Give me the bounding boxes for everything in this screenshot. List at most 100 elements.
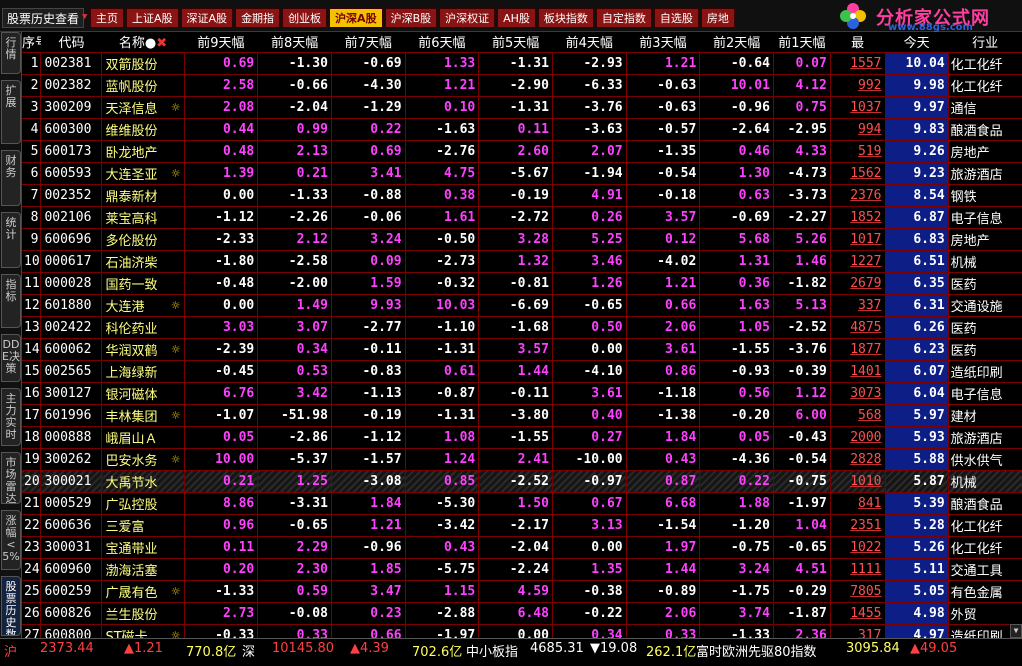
sme-amount: 262.1亿 <box>646 645 697 660</box>
table-row[interactable]: 16 300127 银河磁体 6.76 3.42 -1.13 -0.87 -0.11 3.61-… <box>22 382 1022 405</box>
info-mark-icon[interactable]: ☼ <box>171 167 181 180</box>
column-header-3[interactable]: 前9天幅 <box>184 32 258 53</box>
table-row[interactable]: 25 600259 广晟有色 ☼ -1.33 0.59 3.47 1.15 4.59 -0.38-… <box>22 580 1022 603</box>
table-row[interactable]: 9 600696 多伦股份 -2.33 2.12 3.24 -0.50 3.28 5.25 0.1… <box>22 228 1022 251</box>
tab-8[interactable]: AH股 <box>497 8 536 28</box>
column-header-6[interactable]: 前6天幅 <box>405 32 479 53</box>
table-row[interactable]: 23 300031 宝通带业 0.11 2.29 -0.96 0.43 -2.04 0.00 1.… <box>22 536 1022 559</box>
stock-name: 天泽信息 ☼ <box>101 96 185 119</box>
stock-name-label: 峨眉山Ａ <box>105 431 158 447</box>
sidebar-tab-9[interactable]: 股票历史数 <box>1 576 21 636</box>
table-row[interactable]: 12 601880 大连港 ☼ 0.00 1.49 9.93 10.03 -6.69 -0.65 0… <box>22 294 1022 317</box>
change-day-4: -0.65 <box>551 294 627 317</box>
table-row[interactable]: 18 000888 峨眉山Ａ 0.05 -2.86 -1.12 1.08 -1.55 0.27 1… <box>22 426 1022 449</box>
tab-9[interactable]: 板块指数 <box>537 8 594 28</box>
change-day-8: -1.33 <box>257 184 332 207</box>
info-mark-icon[interactable]: ☼ <box>171 453 181 466</box>
stock-code: 600173 <box>40 140 102 163</box>
table-row[interactable]: 13 002422 科伦药业 3.03 3.07 -2.77 -1.10 -1.68 0.50 2… <box>22 316 1022 339</box>
sidebar-tab-5[interactable]: DDE决策 <box>1 334 21 382</box>
tab-1[interactable]: 上证A股 <box>126 8 179 28</box>
column-header-11[interactable]: 前1天幅 <box>773 32 831 53</box>
table-row[interactable]: 3 300209 天泽信息 ☼ 2.08 -2.04 -1.29 0.10 -1.31 -3.76… <box>22 96 1022 119</box>
tab-11[interactable]: 自选股 <box>653 8 699 28</box>
table-row[interactable]: 21 000529 广弘控股 8.86 -3.31 1.84 -5.30 1.50 0.67 6.… <box>22 492 1022 515</box>
stock-code: 600636 <box>40 514 102 537</box>
table-row[interactable]: 14 600062 华润双鹤 ☼ -2.39 0.34 -0.11 -1.31 3.57 0.00… <box>22 338 1022 361</box>
column-header-4[interactable]: 前8天幅 <box>257 32 332 53</box>
info-mark-icon[interactable]: ☼ <box>171 629 181 639</box>
info-mark-icon[interactable]: ☼ <box>171 299 181 312</box>
clear-sort-icon[interactable]: ✖ <box>156 36 167 51</box>
table-row[interactable]: 8 002106 莱宝高科 -1.12 -2.26 -0.06 1.61 -2.72 0.26 3… <box>22 206 1022 229</box>
sidebar-tab-4[interactable]: 指标 <box>1 274 21 328</box>
column-header-13[interactable]: 今天 <box>885 32 949 53</box>
industry: 房地产 <box>947 140 1022 163</box>
volume-ratio: 1037 <box>829 96 886 119</box>
info-mark-icon[interactable]: ☼ <box>171 409 181 422</box>
table-row[interactable]: 6 600593 大连圣亚 ☼ 1.39 0.21 3.41 4.75 -5.67 -1.94 -0… <box>22 162 1022 185</box>
app-title[interactable]: 股票历史查看 <box>2 8 85 28</box>
tab-4[interactable]: 创业板 <box>282 8 328 28</box>
column-header-7[interactable]: 前5天幅 <box>478 32 553 53</box>
table-row[interactable]: 15 002565 上海绿新 -0.45 0.53 -0.83 0.61 1.44 -4.10 0… <box>22 360 1022 383</box>
table-row[interactable]: 10 000617 石油济柴 -1.80 -2.58 0.09 -2.73 1.32 3.46-… <box>22 250 1022 273</box>
info-mark-icon[interactable]: ☼ <box>171 343 181 356</box>
sidebar-tab-3[interactable]: 统计 <box>1 212 21 268</box>
column-header-0[interactable]: 序号 <box>22 32 41 53</box>
tab-7[interactable]: 沪深权证 <box>439 8 496 28</box>
stock-code: 300031 <box>40 536 102 559</box>
column-header-14[interactable]: 行业 <box>948 32 1022 53</box>
tab-2[interactable]: 深证A股 <box>180 8 234 28</box>
table-row[interactable]: 11 000028 国药一致 -0.48 -2.00 1.59 -0.32 -0.81 1.26… <box>22 272 1022 295</box>
table-row[interactable]: 4 600300 维维股份 0.44 0.99 0.22 -1.63 0.11 -3.63 -0.… <box>22 118 1022 141</box>
column-header-12[interactable]: 最 <box>830 32 886 53</box>
dropdown-arrow-icon[interactable]: ▼ <box>82 12 87 22</box>
table-row[interactable]: 7 002352 鼎泰新材 0.00 -1.33 -0.88 0.38 -0.19 4.91 -0… <box>22 184 1022 207</box>
column-header-5[interactable]: 前7天幅 <box>331 32 406 53</box>
change-day-7: -1.57 <box>330 448 406 471</box>
column-header-10[interactable]: 前2天幅 <box>699 32 774 53</box>
sidebar-tab-7[interactable]: 市场雷达 <box>1 452 21 504</box>
sz-label: 深 <box>242 645 256 660</box>
column-header-9[interactable]: 前3天幅 <box>626 32 700 53</box>
change-day-9: 0.21 <box>183 470 258 493</box>
tab-6[interactable]: 沪深B股 <box>384 8 438 28</box>
volume-ratio: 1010 <box>829 470 886 493</box>
scroll-down-button[interactable]: ▼ <box>1010 624 1022 638</box>
table-row[interactable]: 20 300021 大禹节水 0.21 1.25 -3.08 0.85 -2.52 -0.97 0… <box>22 470 1022 493</box>
tab-3[interactable]: 金期指 <box>235 8 281 28</box>
change-day-3: -0.54 <box>625 162 700 185</box>
column-header-1[interactable]: 代码 <box>40 32 102 53</box>
change-day-5: -6.69 <box>478 294 553 317</box>
info-mark-icon[interactable]: ☼ <box>171 585 181 598</box>
table-row[interactable]: 26 600826 兰生股份 2.73 -0.08 0.23 -2.88 6.48 -0.22 2… <box>22 602 1022 625</box>
change-day-7: -0.19 <box>330 404 406 427</box>
sidebar-tab-0[interactable]: 行情 <box>1 32 21 74</box>
sort-dot-icon[interactable]: ● <box>145 36 156 51</box>
table-row[interactable]: 19 300262 巴安水务 ☼ 10.00 -5.37 -1.57 1.24 2.41 -10.… <box>22 448 1022 471</box>
table-row[interactable]: 5 600173 卧龙地产 0.48 2.13 0.69 -2.76 2.60 2.07 -1.3… <box>22 140 1022 163</box>
tab-12[interactable]: 房地 <box>700 8 735 28</box>
sidebar-tab-6[interactable]: 主力实时 <box>1 388 21 446</box>
row-index: 23 <box>22 536 41 559</box>
tab-0[interactable]: 主页 <box>90 8 124 28</box>
sidebar-tab-1[interactable]: 扩展 <box>1 80 21 144</box>
sidebar-tab-2[interactable]: 财务 <box>1 150 21 206</box>
industry: 医药 <box>947 272 1022 295</box>
table-row[interactable]: 2 002382 蓝帆股份 2.58 -0.66 -4.30 1.21 -2.90 -6.33-… <box>22 74 1022 97</box>
column-header-2[interactable]: 名称●✖ <box>101 32 185 53</box>
industry: 造纸印刷 <box>947 360 1022 383</box>
change-day-4: 0.50 <box>551 316 627 339</box>
table-row[interactable]: 1 002381 双箭股份 0.69 -1.30 -0.69 1.33 -1.31 -2.93 1… <box>22 52 1022 75</box>
table-row[interactable]: 27 600800 ST磁卡 ☼ -0.33 0.33 0.66 -1.97 0.00 0.34 0… <box>22 624 1022 638</box>
sidebar-tab-8[interactable]: 涨幅<5% <box>1 510 21 570</box>
info-mark-icon[interactable]: ☼ <box>171 101 181 114</box>
table-row[interactable]: 17 601996 丰林集团 ☼ -1.07 -51.98 -0.19 -1.31 -3.80 0… <box>22 404 1022 427</box>
change-day-5: 3.57 <box>478 338 553 361</box>
tab-5[interactable]: 沪深A股 <box>329 8 383 28</box>
tab-10[interactable]: 自定指数 <box>595 8 652 28</box>
table-row[interactable]: 22 600636 三爱富 0.96 -0.65 1.21 -3.42 -2.17 3.13 -1… <box>22 514 1022 537</box>
table-row[interactable]: 24 600960 渤海活塞 0.20 2.30 1.85 -5.75 -2.24 1.35 1.… <box>22 558 1022 581</box>
column-header-8[interactable]: 前4天幅 <box>552 32 627 53</box>
